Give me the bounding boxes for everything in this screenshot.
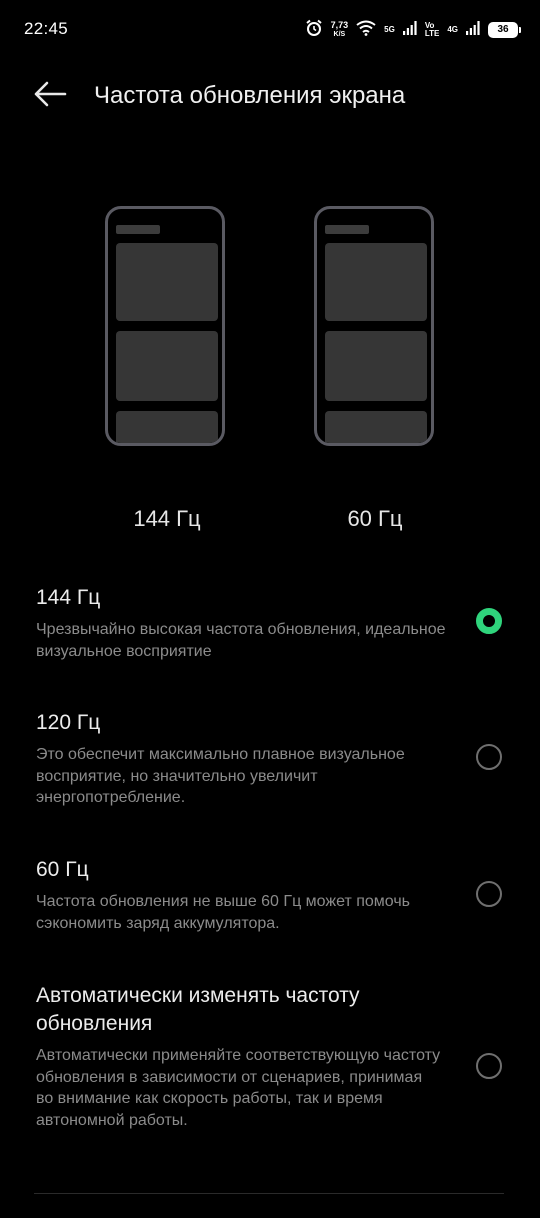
status-bar: 22:45 7,73 K/S 5G Vo LTE 4G 36	[0, 0, 540, 60]
radio-60hz[interactable]	[476, 881, 502, 907]
option-60hz[interactable]: 60 Гц Частота обновления не выше 60 Гц м…	[0, 852, 540, 942]
radio-auto[interactable]	[476, 1053, 502, 1079]
preview-label-left: 144 Гц	[133, 506, 201, 531]
option-144hz[interactable]: 144 Гц Чрезвычайно высокая частота обнов…	[0, 580, 540, 670]
preview-card	[116, 411, 218, 443]
preview-card	[116, 331, 218, 401]
option-title: 144 Гц	[36, 586, 101, 609]
back-arrow-icon	[33, 81, 67, 112]
preview-header-bar	[325, 225, 369, 234]
preview-card	[325, 411, 427, 443]
option-description: Чрезвычайно высокая частота обновления, …	[36, 621, 446, 660]
status-icons: 7,73 K/S 5G Vo LTE 4G 36	[305, 16, 521, 44]
page-title: Частота обновления экрана	[94, 82, 406, 109]
preview-header-bar	[116, 225, 160, 234]
wifi-icon	[356, 20, 376, 41]
preview-card	[325, 331, 427, 401]
network-speed-unit: K/S	[333, 31, 346, 38]
preview-card	[116, 243, 218, 321]
network-5g-label: 5G	[384, 25, 395, 34]
preview-phone-144[interactable]	[105, 206, 225, 446]
preview-phone-60[interactable]	[314, 206, 434, 446]
option-description: Частота обновления не выше 60 Гц может п…	[36, 893, 411, 932]
option-120hz[interactable]: 120 Гц Это обеспечит максимально плавное…	[0, 706, 540, 816]
preview-card	[325, 243, 427, 321]
option-title: 120 Гц	[36, 711, 101, 734]
divider	[34, 1193, 504, 1194]
option-auto[interactable]: Автоматически изменять частоту обновлени…	[0, 980, 540, 1160]
option-title: 60 Гц	[36, 858, 89, 881]
alarm-icon	[305, 19, 323, 42]
network-4g-label: 4G	[447, 25, 458, 34]
volte-bottom-label: LTE	[424, 29, 440, 38]
back-button[interactable]	[28, 76, 72, 116]
option-description: Автоматически применяйте соответствующую…	[36, 1047, 441, 1129]
signal-icon	[402, 20, 417, 40]
network-4g: 4G	[447, 26, 458, 34]
radio-144hz[interactable]	[476, 608, 502, 634]
signal-icon	[466, 20, 480, 40]
battery-icon: 36	[488, 22, 521, 38]
status-time: 22:45	[24, 19, 69, 38]
network-5g: 5G	[384, 26, 395, 34]
volte-indicator: Vo LTE	[425, 22, 440, 38]
network-speed: 7,73 K/S	[331, 21, 349, 39]
network-speed-value: 7,73	[330, 20, 349, 30]
preview-label-right: 60 Гц	[347, 506, 403, 531]
radio-120hz[interactable]	[476, 744, 502, 770]
option-title: Автоматически изменять частоту обновлени…	[36, 984, 360, 1035]
option-description: Это обеспечит максимально плавное визуал…	[36, 746, 405, 806]
